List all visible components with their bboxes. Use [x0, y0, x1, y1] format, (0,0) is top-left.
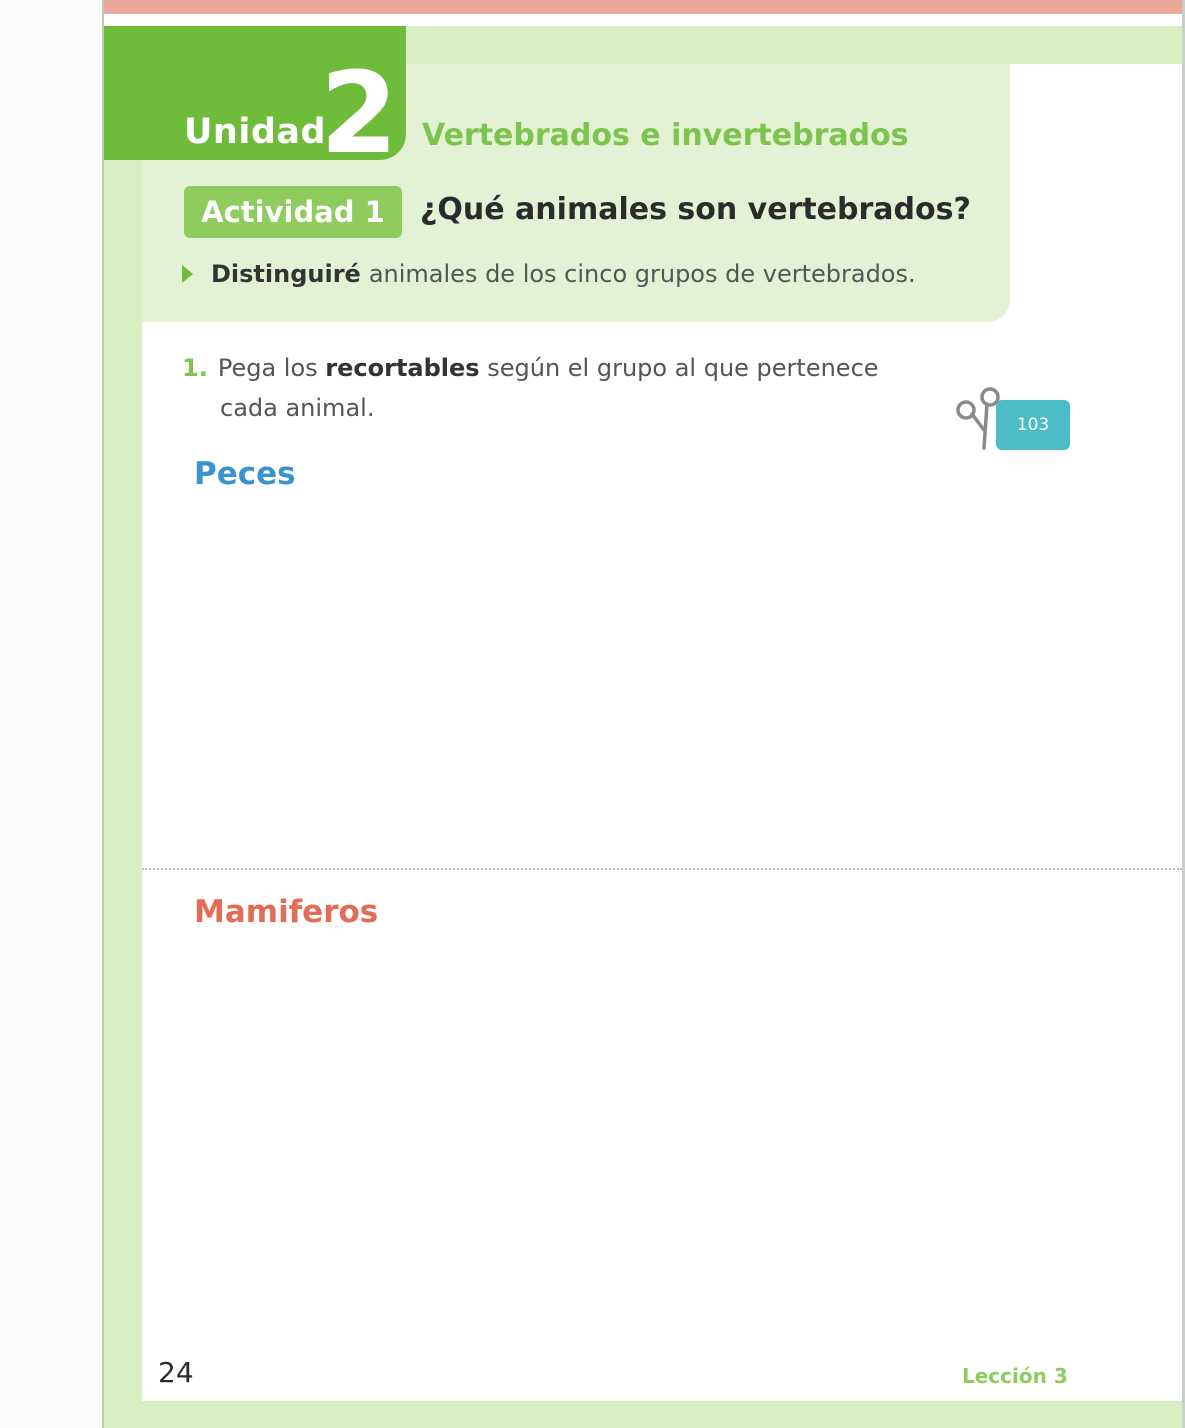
unit-number: 2 [320, 49, 398, 179]
document-viewer: Unidad 2 Vertebrados e invertebrados Act… [0, 0, 1185, 1428]
instruction: 1. Pega los recortables según el grupo al… [182, 348, 962, 428]
instruction-number: 1. [182, 354, 208, 382]
unit-title: Vertebrados e invertebrados [422, 118, 909, 153]
objective: Distinguiré animales de los cinco grupos… [182, 260, 916, 288]
activity-badge: Actividad 1 [184, 186, 402, 238]
instruction-text-before: Pega los [217, 354, 318, 382]
page-top-strip [104, 0, 1185, 14]
section-label-peces: Peces [194, 456, 296, 492]
objective-verb: Distinguiré [211, 260, 361, 288]
scissors-icon [956, 387, 1000, 450]
instruction-bold: recortables [325, 354, 480, 382]
workbook-page: Unidad 2 Vertebrados e invertebrados Act… [102, 0, 1185, 1428]
play-arrow-icon [182, 265, 193, 283]
activity-title: ¿Qué animales son vertebrados? [420, 192, 971, 227]
page-number: 24 [158, 1356, 194, 1389]
section-divider [142, 868, 1182, 870]
activity-label: Actividad 1 [201, 195, 385, 229]
instruction-line2: cada animal. [220, 394, 375, 422]
section-label-mamiferos: Mamiferos [194, 894, 379, 930]
page-top-gap [104, 14, 1185, 26]
cutout-badge: 103 [954, 386, 1074, 458]
unit-label: Unidad [184, 112, 327, 152]
objective-text: animales de los cinco grupos de vertebra… [368, 260, 916, 288]
instruction-text-after: según el grupo al que pertenece [487, 354, 879, 382]
lesson-label: Lección 3 [962, 1364, 1068, 1388]
